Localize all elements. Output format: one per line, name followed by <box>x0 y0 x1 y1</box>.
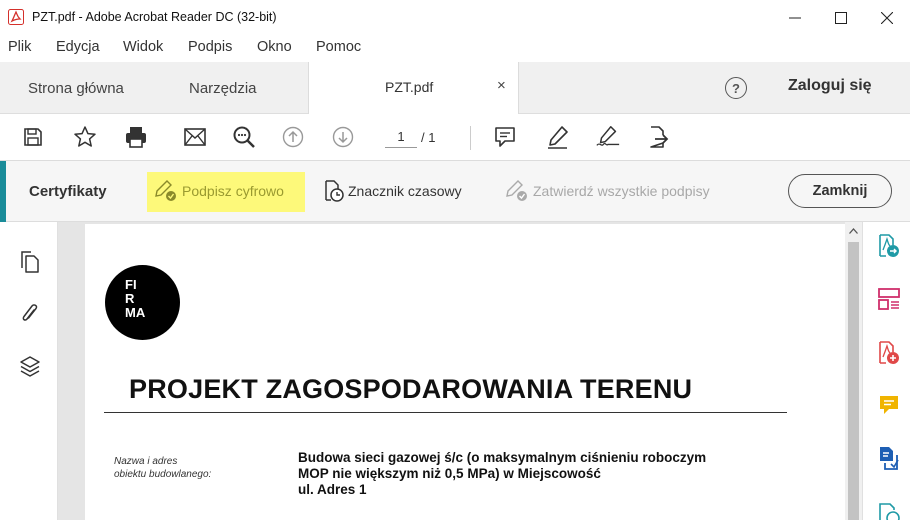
share-icon[interactable] <box>645 124 671 150</box>
sign-digitally-button[interactable]: Podpisz cyfrowo <box>153 174 284 208</box>
validate-all-button[interactable]: Zatwierdź wszystkie podpisy <box>504 174 710 208</box>
pages-icon[interactable] <box>17 249 43 275</box>
close-window-button[interactable] <box>864 4 910 32</box>
timestamp-icon <box>325 180 344 202</box>
investment-line3: ul. Adres 1 <box>298 482 367 497</box>
company-logo: FI R MA <box>105 265 180 340</box>
menu-sign[interactable]: Podpis <box>188 39 232 55</box>
organize-pages-icon[interactable] <box>876 286 902 312</box>
tab-bar: Strona główna Narzędzia PZT.pdf × ? Zalo… <box>0 62 910 115</box>
object-label-line1: Nazwa i adres <box>114 456 178 467</box>
tab-home[interactable]: Strona główna <box>28 62 124 114</box>
comment-icon[interactable] <box>492 124 518 150</box>
page-down-icon[interactable] <box>330 124 356 150</box>
menu-window[interactable]: Okno <box>257 39 292 55</box>
page-up-icon[interactable] <box>280 124 306 150</box>
certificates-title: Certyfikaty <box>29 183 107 200</box>
window-title: PZT.pdf - Adobe Acrobat Reader DC (32-bi… <box>32 10 277 24</box>
sign-digitally-label: Podpisz cyfrowo <box>182 183 284 199</box>
left-nav-panel <box>0 222 58 520</box>
certificates-toolbar: Certyfikaty Podpisz cyfrowo Znacznik cza… <box>0 161 910 222</box>
title-underline <box>104 412 787 413</box>
layers-icon[interactable] <box>17 354 43 380</box>
close-tab-icon[interactable]: × <box>497 77 506 94</box>
create-pdf-icon[interactable] <box>876 340 902 366</box>
menu-help[interactable]: Pomoc <box>316 39 361 55</box>
mail-icon[interactable] <box>182 124 208 150</box>
menu-bar: Plik Edycja Widok Podpis Okno Pomoc <box>0 34 910 62</box>
right-tools-panel <box>862 222 910 520</box>
timestamp-button[interactable]: Znacznik czasowy <box>323 174 462 208</box>
help-icon[interactable]: ? <box>725 77 747 99</box>
page-total: / 1 <box>421 130 436 145</box>
close-certificates-button[interactable]: Zamknij <box>788 174 892 208</box>
document-viewport[interactable]: FI R MA PROJEKT ZAGOSPODAROWANIA TERENU … <box>58 222 903 520</box>
title-bar: PZT.pdf - Adobe Acrobat Reader DC (32-bi… <box>0 0 910 34</box>
acrobat-window: PZT.pdf - Adobe Acrobat Reader DC (32-bi… <box>0 0 910 520</box>
logo-line: MA <box>125 305 146 320</box>
acrobat-app-icon <box>8 9 24 25</box>
comment-tool-icon[interactable] <box>876 392 902 418</box>
tab-tools[interactable]: Narzędzia <box>189 62 257 114</box>
save-icon[interactable] <box>20 124 46 150</box>
digital-sign-icon <box>155 180 176 201</box>
scroll-thumb[interactable] <box>848 242 859 520</box>
validate-all-label: Zatwierdź wszystkie podpisy <box>533 183 710 199</box>
tab-document[interactable]: PZT.pdf × <box>308 62 519 115</box>
menu-edit[interactable]: Edycja <box>56 39 100 55</box>
object-label-line2: obiektu budowlanego: <box>114 469 212 480</box>
scroll-up-arrow-icon[interactable] <box>845 222 862 239</box>
sign-icon[interactable] <box>595 124 621 150</box>
timestamp-label: Znacznik czasowy <box>348 183 462 199</box>
pdf-page: FI R MA PROJEKT ZAGOSPODAROWANIA TERENU … <box>85 224 903 520</box>
more-tools-icon[interactable] <box>876 498 902 520</box>
vertical-scrollbar[interactable] <box>845 222 862 520</box>
certificates-accent-bar <box>0 161 6 222</box>
investment-line1: Budowa sieci gazowej ś/c (o maksymalnym … <box>298 450 707 465</box>
highlight-pen-icon[interactable] <box>545 124 571 150</box>
send-review-icon[interactable] <box>876 445 902 471</box>
page-number-input[interactable]: 1 <box>385 126 417 148</box>
print-icon[interactable] <box>123 124 149 150</box>
menu-file[interactable]: Plik <box>8 39 31 55</box>
main-toolbar: 1 / 1 <box>0 114 910 161</box>
logo-line: FI <box>125 277 137 292</box>
logo-line: R <box>125 291 135 306</box>
menu-view[interactable]: Widok <box>123 39 163 55</box>
toolbar-divider <box>470 126 471 150</box>
export-pdf-icon[interactable] <box>876 233 902 259</box>
star-icon[interactable] <box>72 124 98 150</box>
maximize-button[interactable] <box>818 4 864 32</box>
tab-document-label: PZT.pdf <box>385 79 434 95</box>
investment-line2: MOP nie większym niż 0,5 MPa) w Miejscow… <box>298 466 601 481</box>
document-title: PROJEKT ZAGOSPODAROWANIA TERENU <box>129 374 693 404</box>
validate-signatures-icon <box>506 180 527 201</box>
attachment-icon[interactable] <box>17 301 43 327</box>
minimize-button[interactable] <box>772 4 818 32</box>
zoom-icon[interactable] <box>231 124 257 150</box>
signin-link[interactable]: Zaloguj się <box>788 77 872 95</box>
